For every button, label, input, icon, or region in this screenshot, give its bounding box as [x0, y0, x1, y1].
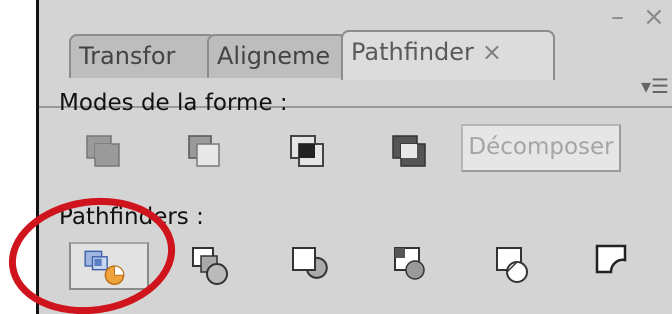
shape-modes-heading: Modes de la forme :	[59, 90, 288, 116]
trim-icon[interactable]	[187, 240, 237, 290]
close-icon[interactable]: ×	[643, 4, 665, 30]
merge-icon[interactable]	[287, 240, 337, 290]
add-to-shape-area-icon[interactable]	[79, 126, 129, 176]
intersect-shape-areas-icon[interactable]	[283, 126, 333, 176]
tab-label: Pathfinder	[351, 38, 474, 66]
tab-label: Transfor	[79, 42, 176, 70]
highlight-circle	[8, 197, 176, 314]
tab-close-icon[interactable]: ×	[482, 38, 502, 66]
expand-button[interactable]: Décomposer	[461, 124, 621, 172]
tab-pathfinder[interactable]: Pathfinder ×	[341, 30, 555, 80]
tab-label: Aligneme	[217, 42, 331, 70]
panel-menu-icon[interactable]: ▾☰	[641, 74, 669, 98]
tab-bar: Transfor Aligneme Pathfinder × ▾☰	[39, 30, 672, 108]
minimize-icon[interactable]: –	[611, 4, 624, 30]
exclude-overlapping-shape-areas-icon[interactable]	[385, 126, 435, 176]
outline-icon[interactable]	[491, 240, 541, 290]
subtract-from-shape-area-icon[interactable]	[181, 126, 231, 176]
tab-align[interactable]: Aligneme	[207, 34, 347, 78]
tab-transform[interactable]: Transfor	[69, 34, 217, 78]
minus-back-icon[interactable]	[591, 238, 641, 288]
crop-icon[interactable]	[389, 240, 439, 290]
